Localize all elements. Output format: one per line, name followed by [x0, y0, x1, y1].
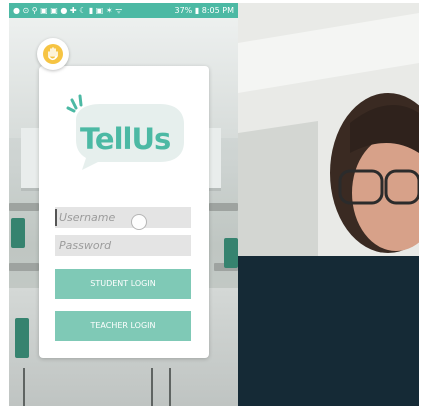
status-right: 37% ▮ 8:05 PM — [174, 3, 234, 18]
desk-leg — [23, 368, 25, 406]
touch-indicator — [131, 214, 147, 230]
battery-level: 37% — [174, 6, 193, 15]
camera-dark-panel — [238, 256, 419, 406]
desk — [209, 203, 238, 211]
webcam-person-image — [238, 3, 419, 256]
student-login-button[interactable]: STUDENT LOGIN — [55, 269, 191, 299]
desk — [9, 263, 39, 271]
status-bar: ● ⊙ ⚲ ▣ ▣ ● ✚ ☾ ▮ ▣ ✶ ᯤ 37% ▮ 8:05 PM — [9, 3, 238, 18]
desk-leg — [151, 368, 153, 406]
text-cursor — [55, 209, 57, 226]
hand-icon-button[interactable] — [37, 38, 69, 70]
desk-leg — [169, 368, 171, 406]
status-icons: ● ⊙ ⚲ ▣ ▣ ● ✚ ☾ ▮ ▣ ✶ ᯤ — [13, 6, 123, 15]
password-field[interactable]: Password — [55, 235, 191, 256]
teacher-login-button[interactable]: TEACHER LOGIN — [55, 311, 191, 341]
chair — [224, 238, 238, 268]
raised-hand-icon — [43, 44, 63, 64]
tellus-logo-text: TellUs — [80, 122, 171, 156]
camera-feed — [238, 3, 419, 256]
chair — [15, 318, 29, 358]
chair — [11, 218, 25, 248]
clock: 8:05 PM — [201, 6, 234, 15]
username-field[interactable]: Username — [55, 207, 191, 228]
battery-icon: ▮ — [194, 6, 200, 15]
desk — [9, 203, 39, 211]
